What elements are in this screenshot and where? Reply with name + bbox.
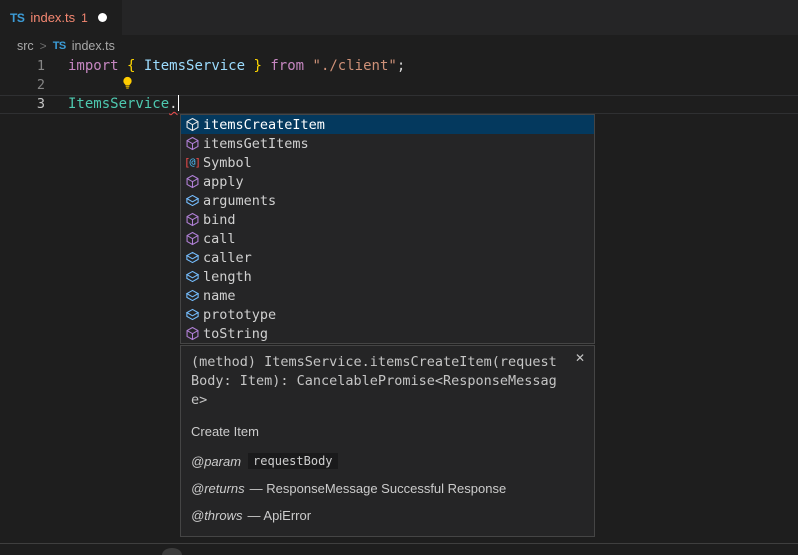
suggest-item-label: caller [203,250,252,266]
field-symbol-icon [184,193,200,209]
tab-bar: TS index.ts 1 [0,0,798,35]
suggest-item-label: Symbol [203,155,252,171]
variable-symbol-icon: [@] [184,155,200,171]
suggestion-item[interactable]: [@] call [181,229,594,248]
suggest-item-label: apply [203,174,244,190]
suggestion-item[interactable]: [@] prototype [181,305,594,324]
method-symbol-icon [184,231,200,247]
method-signature: (method) ItemsService.itemsCreateItem(re… [191,353,584,410]
breadcrumb-file[interactable]: index.ts [72,39,115,53]
field-symbol-icon [184,288,200,304]
tab-index-ts[interactable]: TS index.ts 1 [0,0,122,35]
close-icon[interactable]: ✕ [575,352,585,364]
suggestion-item[interactable]: [@] toString [181,324,594,343]
field-symbol-icon [184,250,200,266]
unsaved-changes-dot-icon[interactable] [98,13,107,22]
chevron-right-icon: > [40,39,47,53]
method-symbol-icon [184,117,200,133]
bottom-divider [0,543,798,544]
suggest-item-label: name [203,288,236,304]
method-symbol-icon [184,212,200,228]
suggest-item-label: length [203,269,252,285]
lightbulb-icon[interactable] [120,75,135,90]
method-symbol-icon [184,326,200,342]
line-number: 2 [0,76,45,95]
suggest-item-label: toString [203,326,268,342]
breadcrumb-folder[interactable]: src [17,39,34,53]
doc-tag-returns: @returns — ResponseMessage Successful Re… [191,481,584,496]
suggest-item-label: itemsCreateItem [203,117,325,133]
param-name-chip: requestBody [248,453,337,469]
intellisense-suggest-widget: [@] itemsCreateItem [@] itemsGetItems [@… [180,114,595,344]
typescript-file-icon: TS [10,11,24,25]
suggest-item-label: prototype [203,307,276,323]
doc-description: Create Item [191,424,584,439]
suggest-docs-panel: ✕ (method) ItemsService.itemsCreateItem(… [180,345,595,537]
suggestion-item[interactable]: [@] name [181,286,594,305]
field-symbol-icon [184,269,200,285]
tab-filename: index.ts [30,10,75,25]
suggestion-item[interactable]: [@] arguments [181,191,594,210]
breadcrumb: src > TS index.ts [0,35,798,57]
suggestion-item[interactable]: [@] apply [181,172,594,191]
suggest-item-label: bind [203,212,236,228]
line-number: 3 [0,95,45,114]
doc-tag-param: @param requestBody [191,453,584,469]
doc-tag-throws: @throws — ApiError [191,508,584,523]
method-symbol-icon [184,174,200,190]
bottom-edge-dot [162,548,182,555]
suggestion-item[interactable]: [@] caller [181,248,594,267]
suggest-item-label: arguments [203,193,276,209]
code-line-current[interactable]: 3 ItemsService. [0,95,798,114]
text-cursor [178,95,180,111]
tab-problems-badge: 1 [81,11,88,25]
code-editor[interactable]: 1 import { ItemsService } from "./client… [0,57,798,114]
suggestion-item[interactable]: [@] Symbol [181,153,594,172]
field-symbol-icon [184,307,200,323]
suggestion-item[interactable]: [@] length [181,267,594,286]
line-number: 1 [0,57,45,76]
suggest-item-label: itemsGetItems [203,136,309,152]
suggestion-item[interactable]: [@] itemsGetItems [181,134,594,153]
suggestion-item[interactable]: [@] itemsCreateItem [181,115,594,134]
typescript-file-icon: TS [53,40,66,52]
suggest-item-label: call [203,231,236,247]
method-symbol-icon [184,136,200,152]
code-line[interactable]: 2 [0,76,798,95]
suggestion-item[interactable]: [@] bind [181,210,594,229]
